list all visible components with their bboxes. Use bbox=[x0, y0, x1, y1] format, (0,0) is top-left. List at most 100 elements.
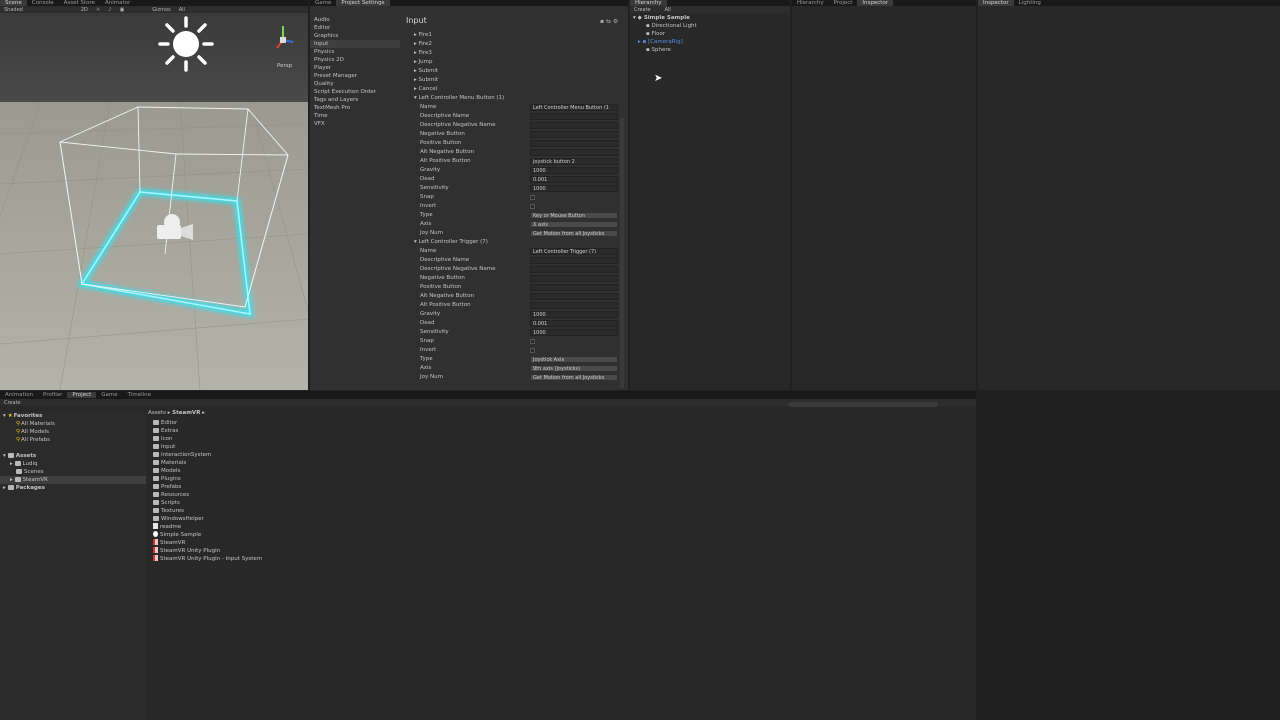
settings-category-audio[interactable]: Audio bbox=[310, 16, 400, 24]
negative-button-field[interactable] bbox=[530, 275, 618, 282]
tab-hierarchy[interactable]: Hierarchy bbox=[630, 0, 667, 6]
joy-num-dropdown[interactable]: Get Motion from all Joysticks bbox=[530, 374, 618, 381]
folder-plugins[interactable]: Plugins bbox=[153, 475, 181, 483]
snap-checkbox[interactable] bbox=[530, 195, 535, 200]
settings-category-script-execution-order[interactable]: Script Execution Order bbox=[310, 88, 400, 96]
tab-scene[interactable]: Scene bbox=[0, 0, 27, 6]
lighting-toggle-icon[interactable]: ☼ bbox=[92, 7, 104, 13]
folder-editor[interactable]: Editor bbox=[153, 419, 177, 427]
tab-inspector[interactable]: Inspector bbox=[857, 0, 894, 6]
alt-negative-button-field[interactable] bbox=[530, 149, 618, 156]
breadcrumb-assets[interactable]: Assets bbox=[148, 410, 166, 416]
folder-windowshelper[interactable]: WindowsHelper bbox=[153, 515, 204, 523]
settings-category-quality[interactable]: Quality bbox=[310, 80, 400, 88]
file-steamvr-unity-plugin[interactable]: SteamVR Unity Plugin bbox=[153, 547, 220, 555]
settings-category-graphics[interactable]: Graphics bbox=[310, 32, 400, 40]
tab-game[interactable]: Game bbox=[310, 0, 336, 6]
scene-search-input[interactable]: All bbox=[175, 7, 189, 13]
name-field[interactable]: Left Controller Trigger (7) bbox=[530, 248, 618, 255]
settings-header-icons[interactable]: ▪ ⇆ ⚙ bbox=[600, 18, 618, 25]
axis-dropdown[interactable]: 9th axis (Joysticks) bbox=[530, 365, 618, 372]
positive-button-field[interactable] bbox=[530, 140, 618, 147]
favorites-header[interactable]: ▾ ★Favorites bbox=[3, 412, 42, 420]
joy-num-dropdown[interactable]: Get Motion from all Joysticks bbox=[530, 230, 618, 237]
file-simple-sample[interactable]: Simple Sample bbox=[153, 531, 201, 539]
settings-category-textmesh-pro[interactable]: TextMesh Pro bbox=[310, 104, 400, 112]
hierarchy-item-sphere[interactable]: ▪ Sphere bbox=[646, 46, 671, 54]
mode-2d-button[interactable]: 2D bbox=[77, 7, 92, 13]
folder-prefabs[interactable]: Prefabs bbox=[153, 483, 181, 491]
tab-project[interactable]: Project bbox=[67, 392, 97, 398]
tree-item-steamvr[interactable]: ▸ SteamVR bbox=[0, 476, 146, 484]
tree-item-scenes[interactable]: Scenes bbox=[16, 468, 44, 476]
settings-category-player[interactable]: Player bbox=[310, 64, 400, 72]
packages-header[interactable]: ▸ Packages bbox=[3, 484, 45, 492]
hierarchy-item-directional-light[interactable]: ▪ Directional Light bbox=[646, 22, 697, 30]
axis-jump[interactable]: ▸ Jump bbox=[414, 58, 432, 67]
tab-game-2[interactable]: Game bbox=[96, 392, 122, 398]
negative-button-field[interactable] bbox=[530, 131, 618, 138]
axis-fire2[interactable]: ▸ Fire2 bbox=[414, 40, 432, 49]
tab-animation[interactable]: Animation bbox=[0, 392, 38, 398]
type-dropdown[interactable]: Key or Mouse Button bbox=[530, 212, 618, 219]
axis-left-controller-trigger[interactable]: ▾ Left Controller Trigger (7) bbox=[414, 238, 488, 247]
settings-category-input[interactable]: Input bbox=[310, 40, 400, 48]
descriptive-name-field[interactable] bbox=[530, 113, 618, 120]
shading-dropdown[interactable]: Shaded bbox=[0, 7, 27, 13]
descriptive-negative-name-field[interactable] bbox=[530, 266, 618, 273]
breadcrumb-steamvr[interactable]: SteamVR bbox=[172, 410, 200, 416]
tab-console[interactable]: Console bbox=[27, 0, 59, 6]
axis-submit[interactable]: ▸ Submit bbox=[414, 67, 438, 76]
file-readme[interactable]: readme bbox=[153, 523, 181, 531]
favorite-all-prefabs[interactable]: ⚲All Prefabs bbox=[16, 436, 50, 444]
axis-fire1[interactable]: ▸ Fire1 bbox=[414, 31, 432, 40]
axis-submit-2[interactable]: ▸ Submit bbox=[414, 76, 438, 85]
axis-left-controller-menu-button[interactable]: ▾ Left Controller Menu Button (1) bbox=[414, 94, 504, 103]
axis-fire3[interactable]: ▸ Fire3 bbox=[414, 49, 432, 58]
folder-scripts[interactable]: Scripts bbox=[153, 499, 180, 507]
file-steamvr[interactable]: SteamVR bbox=[153, 539, 185, 547]
alt-positive-button-field[interactable]: joystick button 2 bbox=[530, 158, 618, 165]
invert-checkbox[interactable] bbox=[530, 204, 535, 209]
alt-positive-button-field[interactable] bbox=[530, 302, 618, 309]
gravity-field[interactable]: 1000 bbox=[530, 311, 618, 318]
axis-cancel[interactable]: ▸ Cancel bbox=[414, 85, 437, 94]
effects-toggle-icon[interactable]: ▣ bbox=[116, 7, 129, 13]
file-steamvr-unity-plugin-input-system[interactable]: SteamVR Unity Plugin - Input System bbox=[153, 555, 262, 563]
descriptive-name-field[interactable] bbox=[530, 257, 618, 264]
folder-extras[interactable]: Extras bbox=[153, 427, 178, 435]
favorite-all-models[interactable]: ⚲All Models bbox=[16, 428, 49, 436]
settings-category-physics-2d[interactable]: Physics 2D bbox=[310, 56, 400, 64]
invert-checkbox[interactable] bbox=[530, 348, 535, 353]
folder-input[interactable]: Input bbox=[153, 443, 175, 451]
gizmos-dropdown[interactable]: Gizmos bbox=[148, 7, 174, 13]
axis-dropdown[interactable]: X axis bbox=[530, 221, 618, 228]
tab-animator[interactable]: Animator bbox=[100, 0, 135, 6]
snap-checkbox[interactable] bbox=[530, 339, 535, 344]
scene-viewport[interactable]: Persp bbox=[0, 14, 308, 390]
folder-materials[interactable]: Materials bbox=[153, 459, 186, 467]
settings-category-physics[interactable]: Physics bbox=[310, 48, 400, 56]
folder-icon-folder[interactable]: Icon bbox=[153, 435, 173, 443]
folder-resources[interactable]: Resources bbox=[153, 491, 189, 499]
tab-inspector-2[interactable]: Inspector bbox=[978, 0, 1014, 6]
sensitivity-field[interactable]: 1000 bbox=[530, 329, 618, 336]
folder-interactionsystem[interactable]: InteractionSystem bbox=[153, 451, 211, 459]
tab-hierarchy-2[interactable]: Hierarchy bbox=[792, 0, 829, 6]
type-dropdown[interactable]: Joystick Axis bbox=[530, 356, 618, 363]
name-field[interactable]: Left Controller Menu Button (1 bbox=[530, 104, 618, 111]
settings-scrollbar[interactable] bbox=[620, 118, 624, 388]
positive-button-field[interactable] bbox=[530, 284, 618, 291]
dead-field[interactable]: 0.001 bbox=[530, 176, 618, 183]
settings-category-vfx[interactable]: VFX bbox=[310, 120, 400, 128]
hierarchy-item-camerarig[interactable]: ▸ ▪ [CameraRig] bbox=[638, 38, 683, 46]
hierarchy-search-input[interactable]: All bbox=[661, 7, 675, 13]
settings-category-editor[interactable]: Editor bbox=[310, 24, 400, 32]
hierarchy-item-floor[interactable]: ▪ Floor bbox=[646, 30, 665, 38]
audio-toggle-icon[interactable]: ♪ bbox=[104, 7, 115, 13]
tab-profiler[interactable]: Profiler bbox=[38, 392, 67, 398]
assets-header[interactable]: ▾ Assets bbox=[3, 452, 36, 460]
settings-category-tags-and-layers[interactable]: Tags and Layers bbox=[310, 96, 400, 104]
tree-item-ludiq[interactable]: ▸ Ludiq bbox=[10, 460, 37, 468]
dead-field[interactable]: 0.001 bbox=[530, 320, 618, 327]
